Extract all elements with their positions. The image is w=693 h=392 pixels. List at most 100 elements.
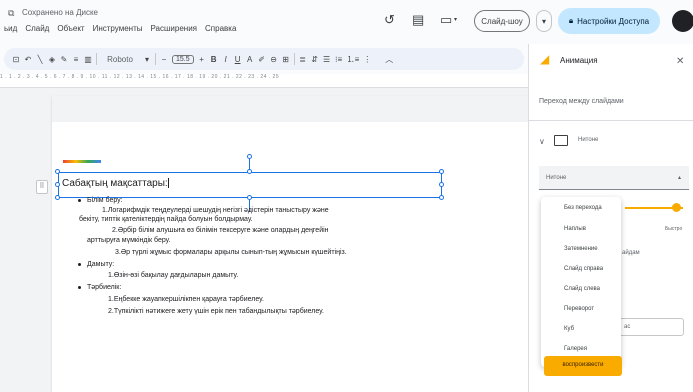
list-item[interactable]: 1.Логарифмдік теңдеулерді шешудің негізг… [102,206,329,215]
undo-icon[interactable]: ↶ [24,55,32,64]
menu-item-view[interactable]: ьид [4,24,17,38]
numbered-list-icon[interactable]: ⒈≡ [347,54,360,65]
menu-item-slide[interactable]: Слайд [25,24,49,38]
menu-item-slide-right[interactable]: Слайд справа [564,266,603,272]
list-item[interactable]: арттыруға мүмкіндік беру. [87,236,170,245]
increase-font-button[interactable]: + [198,55,206,64]
list-item[interactable]: Дамыту: [78,260,114,269]
meet-icon[interactable]: ▭ [440,12,452,28]
avatar[interactable] [672,10,693,32]
menu-item-dissolve[interactable]: Наплыв [564,226,586,232]
slide-header-band [52,96,528,122]
list-item[interactable]: бекіту, типтік қателіктердің пайда болуы… [79,215,253,224]
bullet-dot [78,198,81,202]
underline-icon[interactable]: U [234,55,242,64]
menu-item-gallery[interactable]: Галерея [564,346,587,352]
dropdown-arrow-icon: ▴ [678,175,682,181]
list-item[interactable]: 1.Еңбекке жауапкершілікпен қарауға тәрби… [108,295,264,304]
share-button[interactable]: 🔒︎ Настройки Доступа [558,8,660,34]
menu-item-fade[interactable]: Затемнение [564,246,598,252]
link-icon[interactable]: ⊖ [270,55,278,64]
animation-icon: ◢ [540,52,550,66]
menu-item-object[interactable]: Объект [57,24,84,38]
partially-hidden-text: айдам [622,250,640,256]
align-icon[interactable]: ≣ [299,55,307,64]
border-weight-icon[interactable]: ≡ [72,55,80,64]
resize-handle[interactable] [439,182,444,187]
menu-item-help[interactable]: Справка [205,24,236,38]
share-button-label: Настройки Доступа [577,16,650,26]
border-dash-icon[interactable]: ▥ [84,55,92,64]
resize-handle[interactable] [439,169,444,174]
decrease-font-button[interactable]: − [160,55,168,64]
fill-color-icon[interactable]: ◈ [48,55,56,64]
toolbar-divider [155,53,156,65]
resize-handle[interactable] [55,195,60,200]
toolbar-divider [293,53,295,65]
list-item[interactable]: 2.Түпкілікті нәтижеге жету үшін ерік пен… [108,307,324,316]
list-item[interactable]: 3.Әр түрлі жұмыс формалары арқылы сынып-… [115,248,347,257]
menu-item-extensions[interactable]: Расширения [150,24,197,38]
speed-fast-label: Быстро [665,226,683,232]
slideshow-button[interactable]: Слайд-шоу [474,10,530,32]
lock-icon: 🔒︎ [568,16,574,25]
border-color-icon[interactable]: ✎ [60,55,68,64]
play-button-label: воспроизвести [562,362,604,368]
drag-handle-icon[interactable]: ⠿ [36,180,48,194]
new-slide-icon[interactable]: ⊡ [12,55,20,64]
accent-bar [63,160,101,163]
font-size-input[interactable]: 15.5 [172,54,194,64]
line-spacing-icon[interactable]: ⇵ [311,55,319,64]
list-item[interactable]: 1.Өзін-өзі бақылау дағдыларын дамыту. [108,271,238,280]
resize-handle[interactable] [247,169,252,174]
list-item[interactable]: Тәрбиелік: [78,283,121,292]
collapse-toolbar-icon[interactable]: ︿ [385,54,393,65]
resize-handle[interactable] [55,182,60,187]
meet-dropdown-icon[interactable]: ▾ [454,16,457,23]
list-item[interactable]: 2.Әрбір білім алушыға өз білімін тексеру… [112,226,329,235]
partially-hidden-text: ас [624,324,631,330]
slide-thumbnail-icon [554,135,568,146]
font-select[interactable]: Roboto [101,55,139,64]
slide-title[interactable]: Сабақтың мақсаттары: [62,178,169,189]
comment-add-icon[interactable]: ⊞ [282,55,290,64]
bullet-list-icon[interactable]: ⁝≡ [335,55,343,64]
line-icon[interactable]: ╲ [36,55,44,64]
italic-icon[interactable]: I [222,55,230,64]
highlight-icon[interactable]: ✐ [258,55,266,64]
text-color-icon[interactable]: A [246,55,254,64]
resize-handle[interactable] [439,195,444,200]
transition-type-menu [541,197,621,367]
bullet-dot [78,262,81,266]
history-icon[interactable]: ↺ [384,12,395,28]
menu-item-flip[interactable]: Переворот [564,306,594,312]
list-item[interactable]: Білім беру: [78,196,123,205]
ruler: 1 . 1 . 2 . 3 . 4 . 5 . 6 . 7 . 8 . 9 . … [0,74,528,88]
menu-item-cube[interactable]: Куб [564,326,574,332]
transition-type-value: Нитоне [546,175,567,181]
panel-title: Анимация [560,56,598,65]
comments-icon[interactable]: ▤ [412,12,424,28]
folder-icon[interactable]: ⧉ [8,8,14,19]
menu-item-tools[interactable]: Инструменты [93,24,143,38]
toolbar-divider [96,53,97,65]
checklist-icon[interactable]: ☰ [323,55,331,64]
text-cursor [167,178,169,189]
formatting-toolbar: ⊡ ↶ ╲ ◈ ✎ ≡ ▥ Roboto ▾ − 15.5 + B I U A … [4,48,524,70]
panel-divider [528,120,693,121]
slideshow-dropdown-button[interactable]: ▾ [536,10,552,32]
play-button[interactable]: воспроизвести [544,356,622,376]
menu-item-none[interactable]: Без перехода [564,205,602,211]
menu-item-slide-left[interactable]: Слайд слева [564,286,600,292]
chevron-down-icon[interactable]: ∨ [539,137,545,146]
transition-target-label: Нитоне [578,137,599,143]
close-icon[interactable]: ✕ [676,56,684,67]
rotate-handle[interactable] [247,154,252,159]
saved-status: Сохранено на Диске [22,8,99,17]
font-dropdown-icon[interactable]: ▾ [143,55,151,64]
menu-bar: ьид Слайд Объект Инструменты Расширения … [4,24,236,38]
resize-handle[interactable] [55,169,60,174]
more-icon[interactable]: ⋮ [363,55,371,64]
bold-icon[interactable]: B [210,55,218,64]
speed-slider-knob[interactable] [672,203,681,212]
